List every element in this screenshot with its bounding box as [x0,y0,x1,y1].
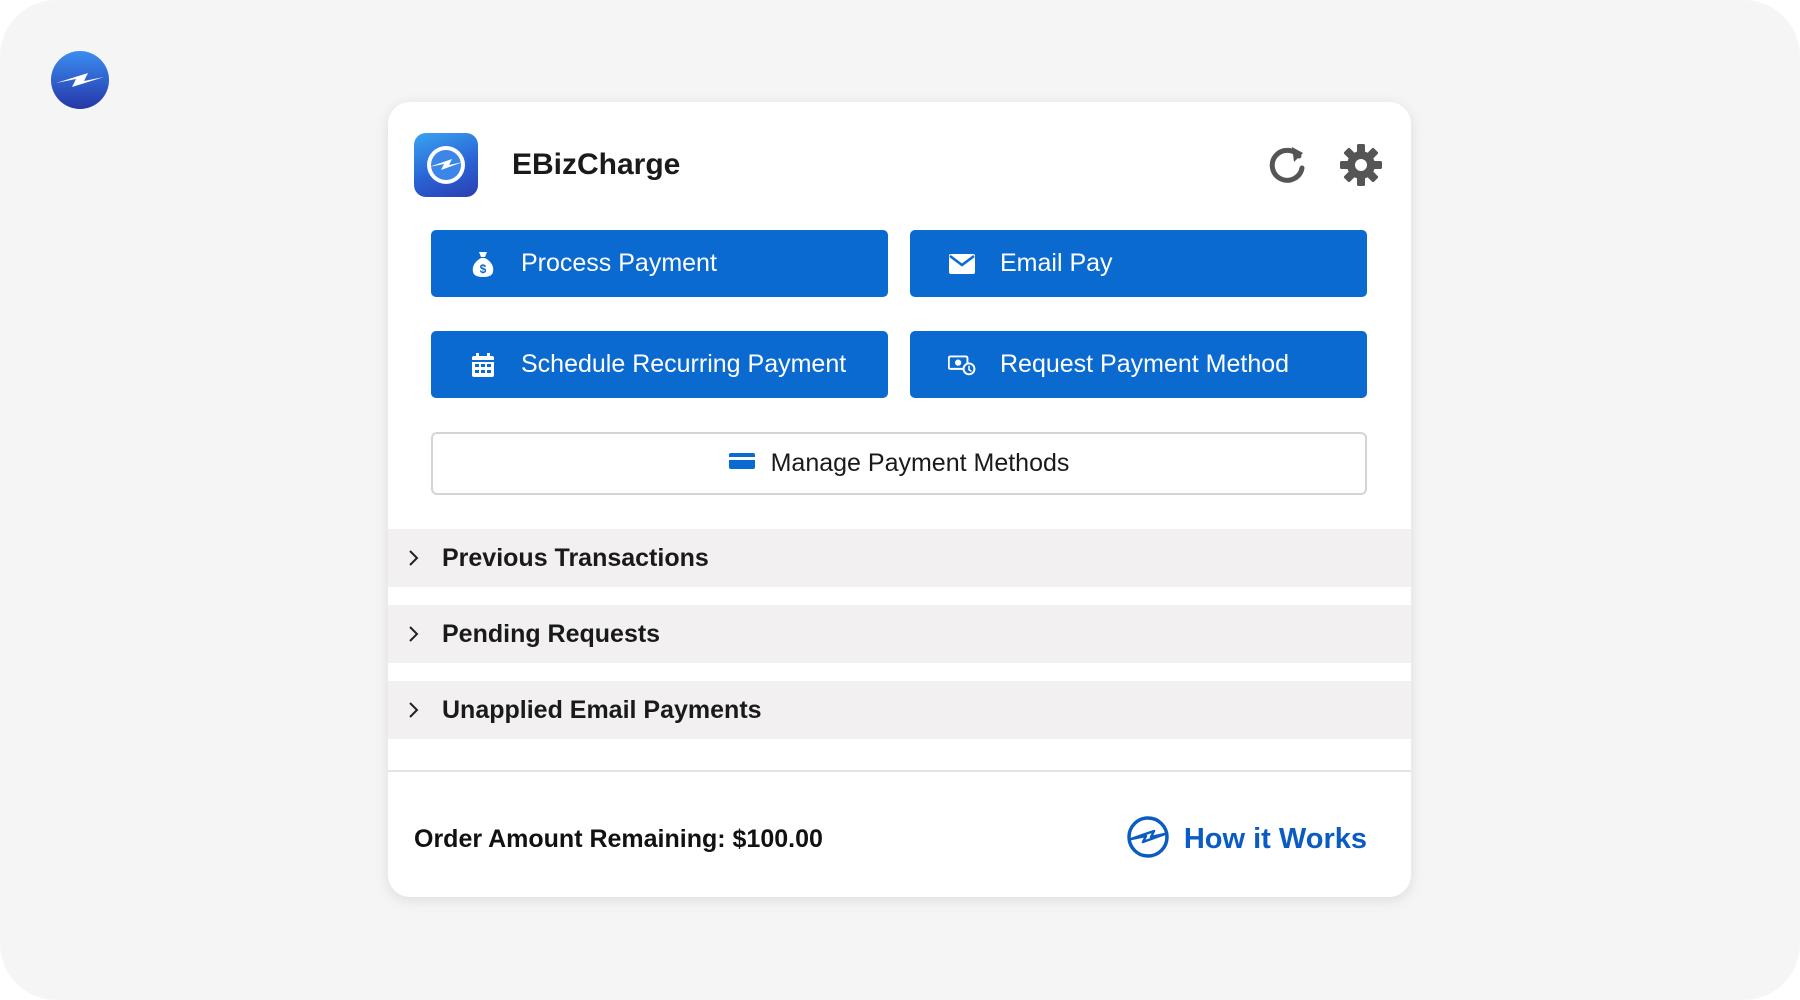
footer-divider [388,770,1411,772]
action-buttons-grid: $ Process Payment Email Pay Schedule Rec… [431,230,1367,398]
email-pay-button[interactable]: Email Pay [910,230,1367,297]
schedule-recurring-payment-button[interactable]: Schedule Recurring Payment [431,331,888,398]
ebizcharge-help-icon [1126,815,1170,864]
calendar-icon [469,351,497,379]
ebizcharge-corner-logo-icon [50,50,110,110]
screen-background: EBizCharge $ Process Payment Email Pay S… [0,0,1800,1000]
chevron-right-icon [402,622,426,646]
ebizcharge-logo-icon [414,133,478,197]
header-actions [1263,141,1385,189]
section-label: Unapplied Email Payments [442,695,762,724]
process-payment-button[interactable]: $ Process Payment [431,230,888,297]
request-payment-method-label: Request Payment Method [1000,350,1290,378]
ebizcharge-panel: EBizCharge $ Process Payment Email Pay S… [388,102,1411,897]
section-label: Pending Requests [442,619,661,648]
email-pay-label: Email Pay [1000,249,1113,277]
panel-header: EBizCharge [414,132,1385,198]
schedule-recurring-payment-label: Schedule Recurring Payment [521,350,847,378]
payment-request-icon [948,351,976,379]
chevron-right-icon [402,698,426,722]
section-label: Previous Transactions [442,543,709,572]
manage-payment-methods-button[interactable]: Manage Payment Methods [431,432,1367,495]
envelope-icon [948,250,976,278]
request-payment-method-button[interactable]: Request Payment Method [910,331,1367,398]
money-bag-icon: $ [469,250,497,278]
order-amount-remaining: Order Amount Remaining: $100.00 [414,824,823,853]
section-previous-transactions[interactable]: Previous Transactions [388,529,1411,587]
how-it-works-label: How it Works [1183,822,1367,855]
svg-text:$: $ [480,262,487,276]
app-title: EBizCharge [512,148,681,181]
process-payment-label: Process Payment [521,249,717,277]
how-it-works-link[interactable]: How it Works [1126,815,1367,864]
section-unapplied-email-payments[interactable]: Unapplied Email Payments [388,681,1411,739]
credit-card-icon [728,451,755,476]
panel-footer: Order Amount Remaining: $100.00 How it W… [414,814,1367,864]
manage-payment-methods-label: Manage Payment Methods [770,449,1070,477]
section-pending-requests[interactable]: Pending Requests [388,605,1411,663]
chevron-right-icon [402,546,426,570]
refresh-icon[interactable] [1263,141,1311,189]
gear-icon[interactable] [1337,141,1385,189]
